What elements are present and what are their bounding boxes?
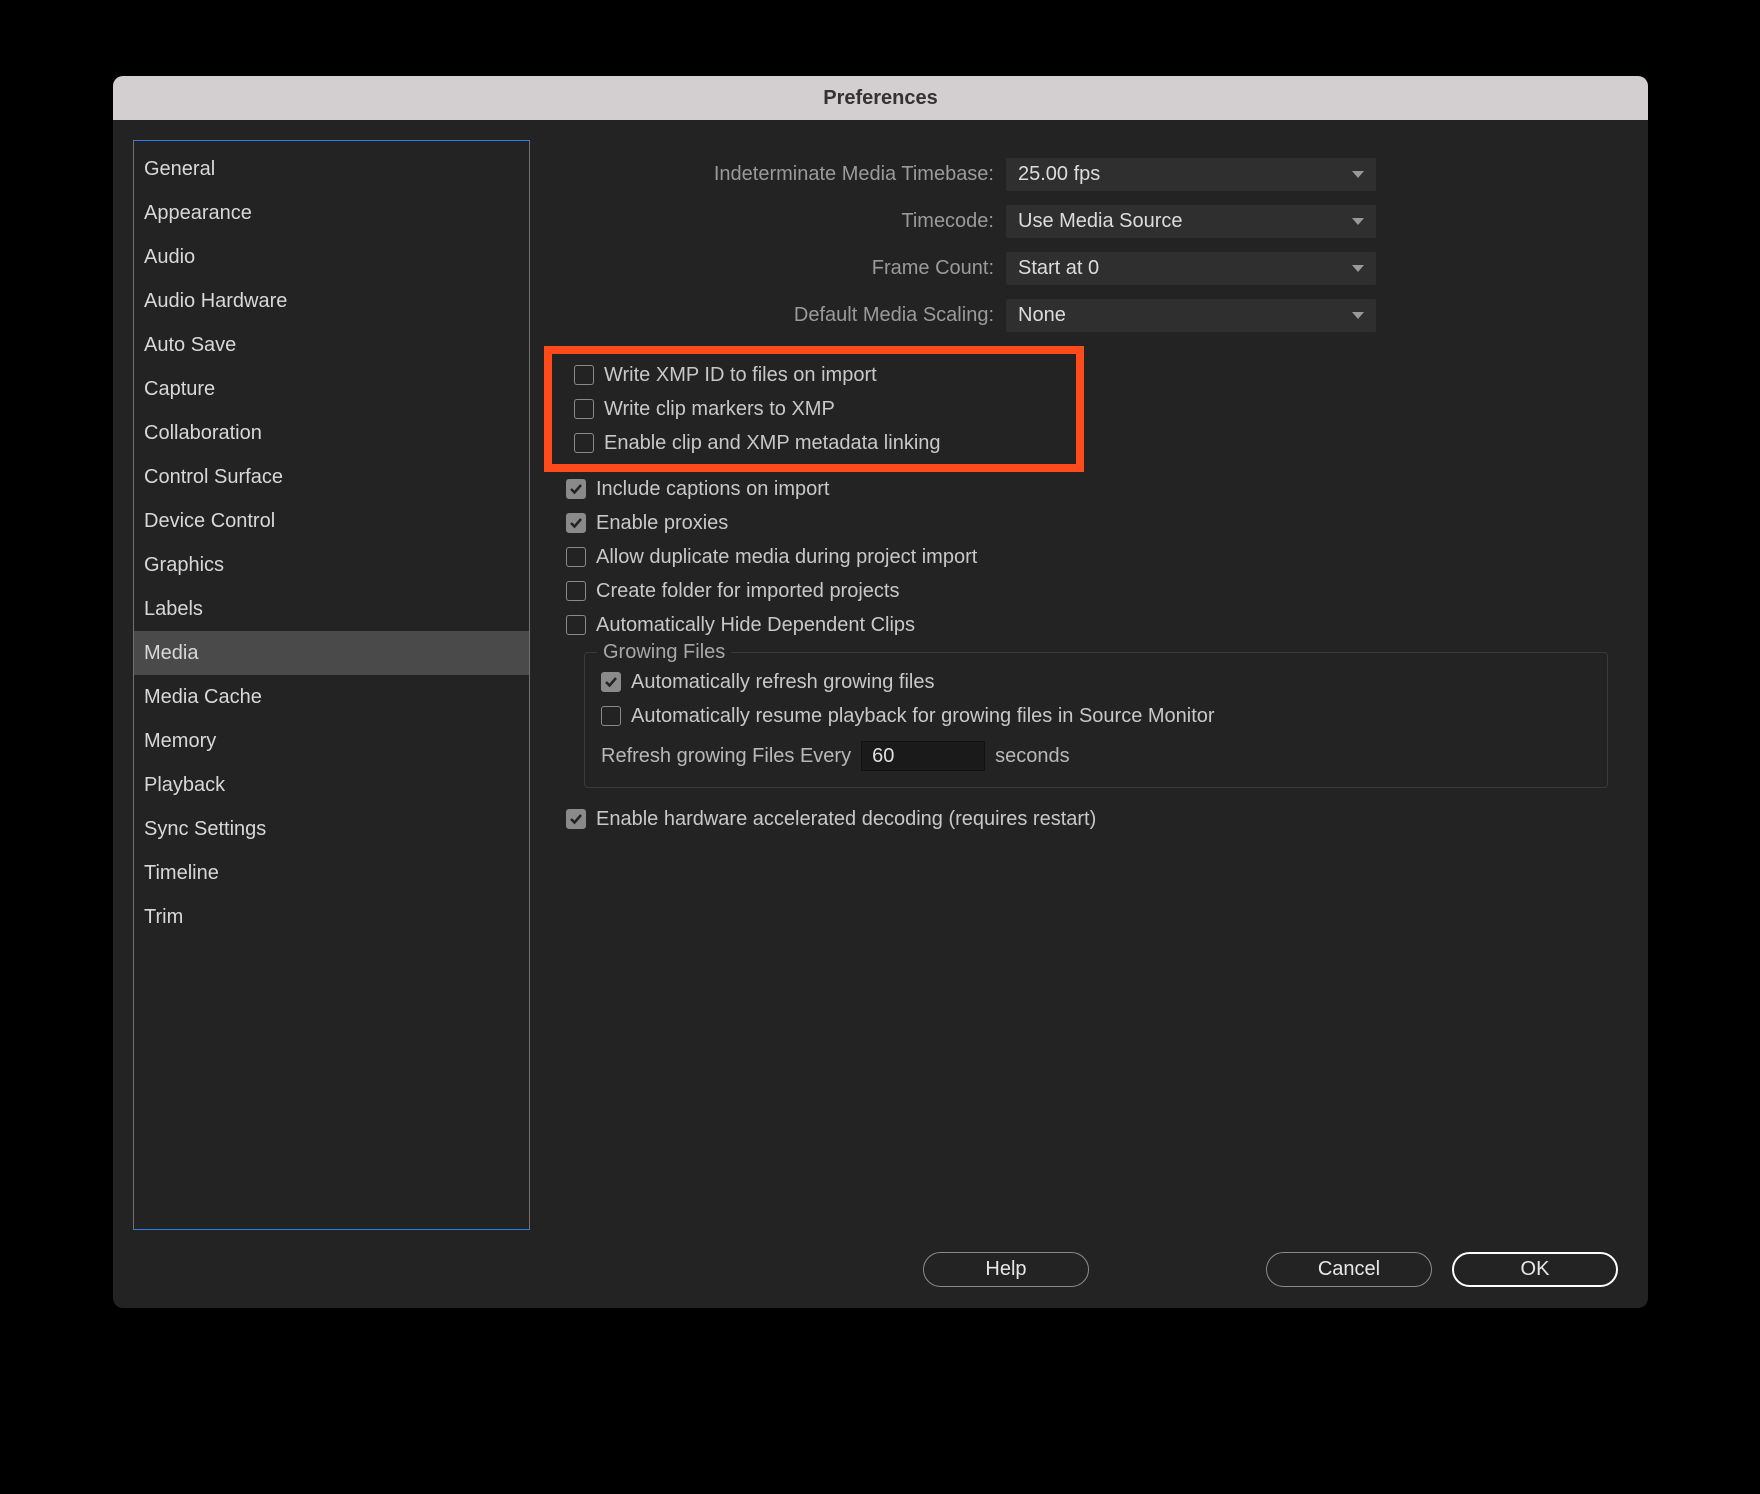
preferences-window: Preferences GeneralAppearanceAudioAudio … (113, 76, 1648, 1308)
window-title: Preferences (823, 87, 938, 110)
select-framecount[interactable]: Start at 0 (1006, 252, 1376, 285)
input-refresh-seconds[interactable] (861, 741, 985, 771)
row-folder: Create folder for imported projects (552, 574, 1618, 608)
checkbox-duplicate[interactable] (566, 547, 586, 567)
cancel-button[interactable]: Cancel (1266, 1252, 1432, 1287)
row-refresh-interval: Refresh growing Files Every seconds (601, 733, 1591, 771)
row-hide-dep: Automatically Hide Dependent Clips (552, 608, 1618, 642)
select-scaling-value: None (1018, 304, 1066, 327)
label-framecount: Frame Count: (552, 257, 1006, 280)
sidebar-item-audio[interactable]: Audio (134, 235, 529, 279)
label-xmp-linking: Enable clip and XMP metadata linking (604, 432, 941, 455)
row-proxies: Enable proxies (552, 506, 1618, 540)
sidebar-item-labels[interactable]: Labels (134, 587, 529, 631)
main-panel: Indeterminate Media Timebase: 25.00 fps … (552, 140, 1628, 1230)
fieldset-growing-files: Growing Files Automatically refresh grow… (584, 652, 1608, 788)
sidebar: GeneralAppearanceAudioAudio HardwareAuto… (133, 140, 530, 1230)
row-auto-refresh: Automatically refresh growing files (601, 665, 1591, 699)
check-icon (569, 812, 583, 826)
label-duplicate: Allow duplicate media during project imp… (596, 546, 977, 569)
chevron-down-icon (1352, 218, 1364, 225)
row-hw-decode: Enable hardware accelerated decoding (re… (552, 802, 1618, 836)
sidebar-item-collaboration[interactable]: Collaboration (134, 411, 529, 455)
help-button[interactable]: Help (923, 1252, 1089, 1287)
sidebar-item-device-control[interactable]: Device Control (134, 499, 529, 543)
row-clip-markers: Write clip markers to XMP (552, 392, 1076, 426)
label-xmp-id: Write XMP ID to files on import (604, 364, 877, 387)
sidebar-item-memory[interactable]: Memory (134, 719, 529, 763)
label-scaling: Default Media Scaling: (552, 304, 1006, 327)
select-framecount-value: Start at 0 (1018, 257, 1099, 280)
label-captions: Include captions on import (596, 478, 829, 501)
row-scaling: Default Media Scaling: None (552, 299, 1618, 332)
sidebar-item-audio-hardware[interactable]: Audio Hardware (134, 279, 529, 323)
sidebar-item-media[interactable]: Media (134, 631, 529, 675)
chevron-down-icon (1352, 312, 1364, 319)
row-xmp-linking: Enable clip and XMP metadata linking (552, 426, 1076, 460)
check-icon (569, 482, 583, 496)
checkbox-hide-dep[interactable] (566, 615, 586, 635)
sidebar-item-timeline[interactable]: Timeline (134, 851, 529, 895)
row-auto-resume: Automatically resume playback for growin… (601, 699, 1591, 733)
row-duplicate: Allow duplicate media during project imp… (552, 540, 1618, 574)
row-timecode: Timecode: Use Media Source (552, 205, 1618, 238)
sidebar-item-appearance[interactable]: Appearance (134, 191, 529, 235)
chevron-down-icon (1352, 171, 1364, 178)
label-hw-decode: Enable hardware accelerated decoding (re… (596, 808, 1096, 831)
label-auto-resume: Automatically resume playback for growin… (631, 705, 1215, 728)
select-timebase-value: 25.00 fps (1018, 163, 1100, 186)
content-area: GeneralAppearanceAudioAudio HardwareAuto… (113, 120, 1648, 1230)
checkbox-xmp-linking[interactable] (574, 433, 594, 453)
label-folder: Create folder for imported projects (596, 580, 899, 603)
select-timebase[interactable]: 25.00 fps (1006, 158, 1376, 191)
select-timecode[interactable]: Use Media Source (1006, 205, 1376, 238)
sidebar-item-media-cache[interactable]: Media Cache (134, 675, 529, 719)
label-clip-markers: Write clip markers to XMP (604, 398, 835, 421)
select-scaling[interactable]: None (1006, 299, 1376, 332)
checkbox-xmp-id[interactable] (574, 365, 594, 385)
checkbox-captions[interactable] (566, 479, 586, 499)
checkbox-proxies[interactable] (566, 513, 586, 533)
select-timecode-value: Use Media Source (1018, 210, 1183, 233)
checkbox-folder[interactable] (566, 581, 586, 601)
label-timebase: Indeterminate Media Timebase: (552, 163, 1006, 186)
legend-growing: Growing Files (597, 641, 731, 664)
row-xmp-id: Write XMP ID to files on import (552, 358, 1076, 392)
titlebar: Preferences (113, 76, 1648, 120)
sidebar-item-playback[interactable]: Playback (134, 763, 529, 807)
check-icon (569, 516, 583, 530)
label-refresh-pre: Refresh growing Files Every (601, 745, 851, 768)
label-hide-dep: Automatically Hide Dependent Clips (596, 614, 915, 637)
footer: Help Cancel OK (113, 1230, 1648, 1308)
label-auto-refresh: Automatically refresh growing files (631, 671, 934, 694)
row-timebase: Indeterminate Media Timebase: 25.00 fps (552, 158, 1618, 191)
row-framecount: Frame Count: Start at 0 (552, 252, 1618, 285)
chevron-down-icon (1352, 265, 1364, 272)
sidebar-item-graphics[interactable]: Graphics (134, 543, 529, 587)
checkbox-auto-resume[interactable] (601, 706, 621, 726)
sidebar-item-auto-save[interactable]: Auto Save (134, 323, 529, 367)
highlight-annotation: Write XMP ID to files on import Write cl… (544, 346, 1084, 472)
checkbox-clip-markers[interactable] (574, 399, 594, 419)
checkbox-group: Write XMP ID to files on import Write cl… (552, 346, 1618, 836)
sidebar-item-sync-settings[interactable]: Sync Settings (134, 807, 529, 851)
label-refresh-post: seconds (995, 745, 1070, 768)
row-captions: Include captions on import (552, 472, 1618, 506)
label-timecode: Timecode: (552, 210, 1006, 233)
label-proxies: Enable proxies (596, 512, 728, 535)
ok-button[interactable]: OK (1452, 1252, 1618, 1287)
sidebar-item-trim[interactable]: Trim (134, 895, 529, 939)
sidebar-item-general[interactable]: General (134, 147, 529, 191)
checkbox-hw-decode[interactable] (566, 809, 586, 829)
sidebar-item-capture[interactable]: Capture (134, 367, 529, 411)
checkbox-auto-refresh[interactable] (601, 672, 621, 692)
check-icon (604, 675, 618, 689)
sidebar-item-control-surface[interactable]: Control Surface (134, 455, 529, 499)
